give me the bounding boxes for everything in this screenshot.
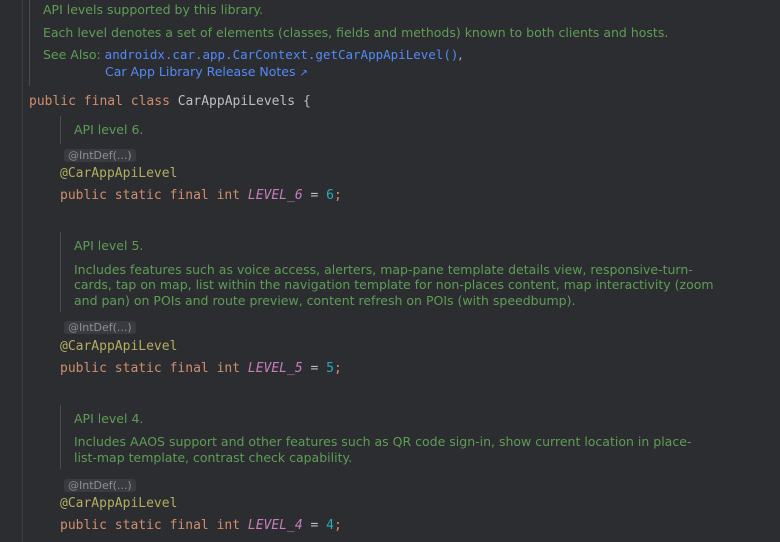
see-also-label: See Also: bbox=[43, 47, 101, 62]
field-doc-line: Includes AAOS support and other features… bbox=[74, 434, 692, 449]
field-name[interactable]: LEVEL_5 bbox=[248, 361, 303, 376]
field-doc-title: API level 4. bbox=[74, 411, 144, 426]
equals-sign: = bbox=[310, 361, 319, 376]
equals-sign: = bbox=[310, 518, 319, 533]
see-also-link-release-notes[interactable]: Car App Library Release Notes bbox=[105, 64, 296, 79]
keyword-final: final bbox=[169, 361, 209, 376]
class-declaration: public final class CarAppApiLevels { bbox=[29, 93, 311, 111]
annotation-carappapilevel[interactable]: @CarAppApiLevel bbox=[60, 339, 177, 354]
doc-comment-bar bbox=[60, 116, 61, 144]
field-value: 5 bbox=[326, 361, 334, 376]
class-doc-line-2: Each level denotes a set of elements (cl… bbox=[43, 25, 669, 40]
keyword-final: final bbox=[169, 518, 209, 533]
folded-intdef[interactable]: @IntDef(...) bbox=[64, 321, 136, 334]
annotation-carappapilevel[interactable]: @CarAppApiLevel bbox=[60, 166, 177, 181]
semicolon: ; bbox=[333, 188, 342, 203]
class-name[interactable]: CarAppApiLevels bbox=[178, 94, 295, 109]
keyword-public: public bbox=[60, 361, 107, 376]
class-doc-line-1: API levels supported by this library. bbox=[43, 2, 264, 17]
see-also-second: Car App Library Release Notes ↗ bbox=[105, 63, 308, 82]
editor-gutter-line bbox=[22, 0, 23, 542]
field-annotation: @CarAppApiLevel bbox=[60, 495, 177, 513]
external-link-icon: ↗ bbox=[299, 68, 308, 79]
field-declaration: public static final int LEVEL_5 = 5; bbox=[60, 360, 342, 378]
keyword-int: int bbox=[216, 361, 241, 376]
field-declaration: public static final int LEVEL_6 = 6; bbox=[60, 187, 342, 205]
folded-intdef[interactable]: @IntDef(...) bbox=[64, 479, 136, 492]
doc-comment-bar bbox=[60, 405, 61, 469]
field-annotation: @CarAppApiLevel bbox=[60, 338, 177, 356]
keyword-final: final bbox=[83, 94, 123, 109]
field-declaration: public static final int LEVEL_4 = 4; bbox=[60, 517, 342, 535]
field-annotation: @CarAppApiLevel bbox=[60, 165, 177, 183]
keyword-int: int bbox=[216, 518, 241, 533]
doc-comment-bar bbox=[29, 0, 30, 86]
keyword-public: public bbox=[60, 188, 107, 203]
field-doc-line: and pan) on POIs and route preview, cont… bbox=[74, 293, 576, 308]
keyword-public: public bbox=[60, 518, 107, 533]
keyword-class: class bbox=[130, 94, 170, 109]
keyword-static: static bbox=[114, 188, 162, 203]
keyword-final: final bbox=[169, 188, 209, 203]
field-doc-line: cards, tap on map, list within the navig… bbox=[74, 277, 714, 292]
keyword-public: public bbox=[29, 94, 76, 109]
field-doc-title: API level 6. bbox=[74, 122, 144, 137]
see-also-link-getcarappapilevel[interactable]: androidx.car.app.CarContext.getCarAppApi… bbox=[105, 47, 459, 62]
keyword-static: static bbox=[114, 518, 162, 533]
keyword-static: static bbox=[114, 361, 162, 376]
semicolon: ; bbox=[333, 361, 342, 376]
keyword-int: int bbox=[216, 188, 241, 203]
doc-comment-bar bbox=[60, 232, 61, 312]
field-value: 6 bbox=[326, 188, 334, 203]
field-value: 4 bbox=[326, 518, 334, 533]
field-doc-title: API level 5. bbox=[74, 238, 144, 253]
field-name[interactable]: LEVEL_4 bbox=[248, 518, 303, 533]
see-also-separator: , bbox=[458, 47, 463, 62]
annotation-carappapilevel[interactable]: @CarAppApiLevel bbox=[60, 496, 177, 511]
folded-intdef[interactable]: @IntDef(...) bbox=[64, 149, 136, 162]
see-also: See Also: androidx.car.app.CarContext.ge… bbox=[43, 46, 462, 63]
equals-sign: = bbox=[310, 188, 319, 203]
field-name[interactable]: LEVEL_6 bbox=[248, 188, 303, 203]
field-doc-line: list-map template, contrast check capabi… bbox=[74, 450, 353, 465]
open-brace: { bbox=[302, 94, 311, 109]
semicolon: ; bbox=[333, 518, 342, 533]
